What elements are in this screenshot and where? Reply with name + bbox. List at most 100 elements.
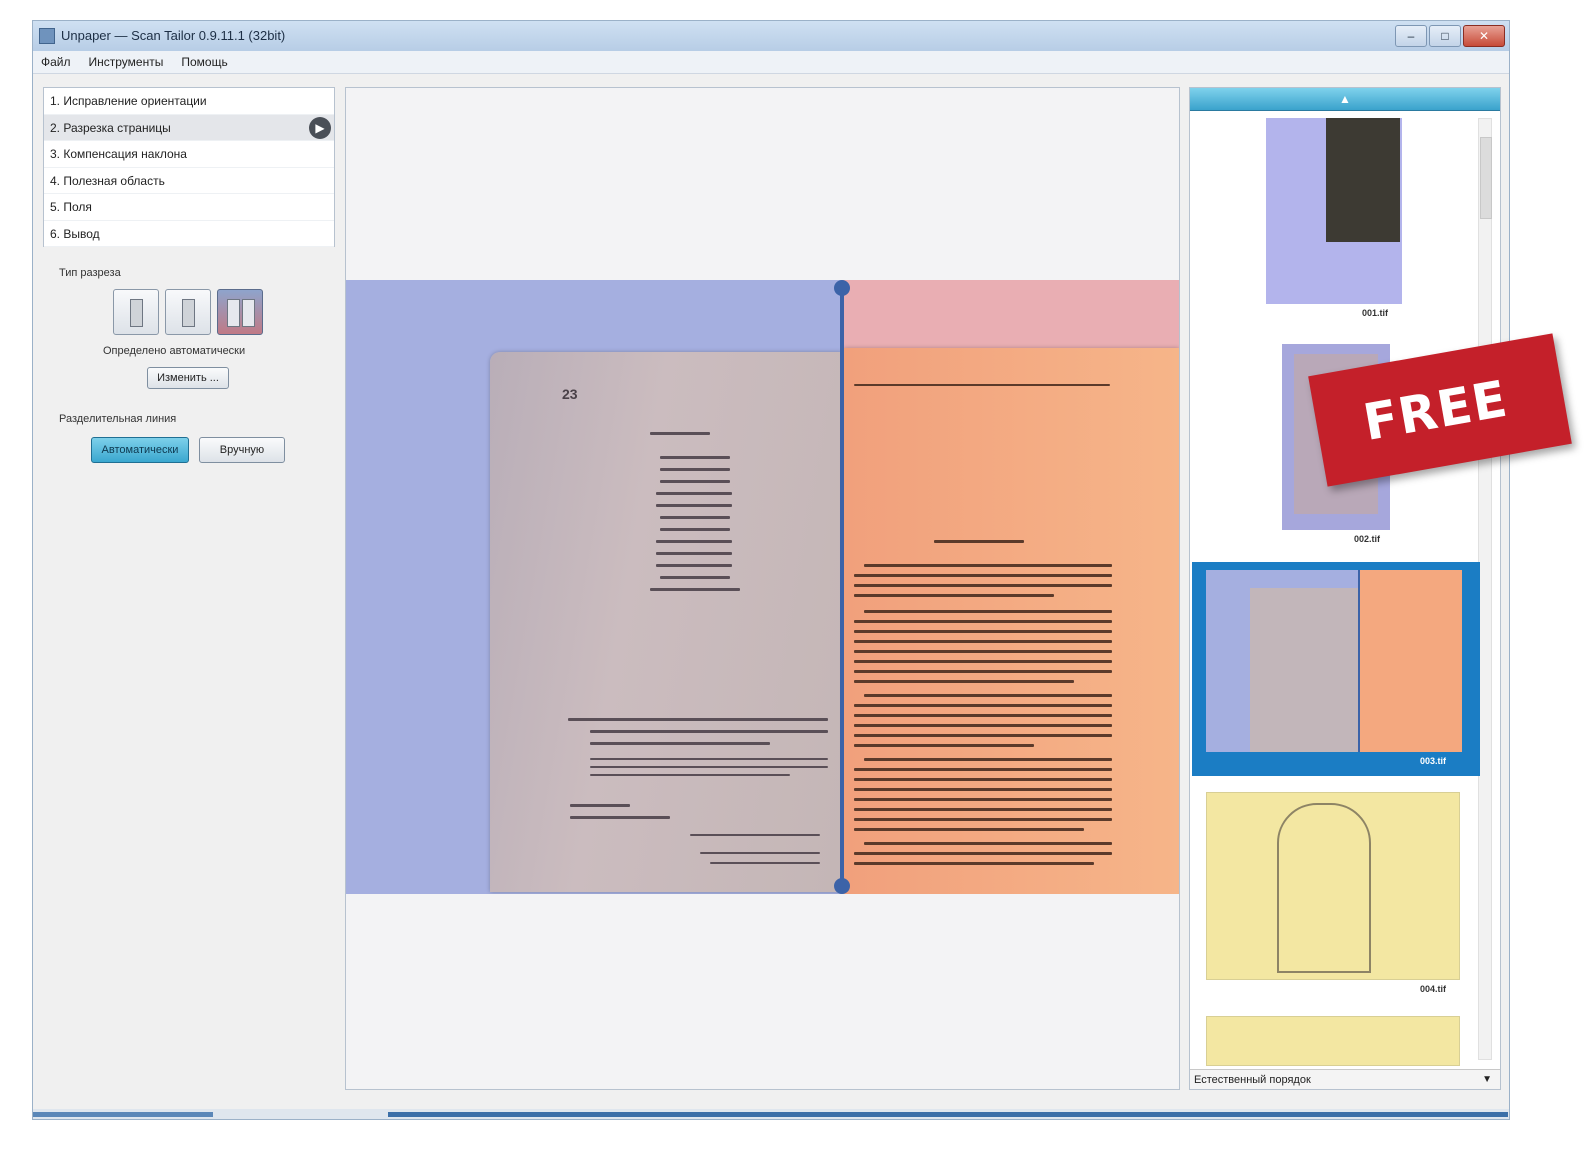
- right-page: [844, 348, 1179, 894]
- thumbnail-split-line: [1358, 570, 1360, 752]
- menu-help[interactable]: Помощь: [181, 51, 227, 73]
- text-line: [854, 852, 1112, 855]
- thumbnail-3-selected[interactable]: 003.tif: [1192, 562, 1480, 776]
- single-page-mode-button[interactable]: [113, 289, 159, 335]
- status-indicator: [33, 1112, 213, 1117]
- page-cut-icon: [182, 299, 195, 327]
- text-line: [854, 594, 1054, 597]
- thumbnail-content: [1277, 803, 1371, 973]
- stage-output[interactable]: 6. Вывод: [44, 221, 334, 247]
- close-button[interactable]: ✕: [1463, 25, 1505, 47]
- text-line: [700, 852, 820, 854]
- text-line: [854, 778, 1112, 781]
- text-line: [568, 718, 828, 721]
- text-line: [864, 564, 1112, 567]
- single-page-cut-mode-button[interactable]: [165, 289, 211, 335]
- text-line: [854, 584, 1112, 587]
- stages-list: 1. Исправление ориентации 2. Разрезка ст…: [43, 87, 335, 247]
- menu-bar: Файл Инструменты Помощь: [33, 51, 1509, 74]
- text-line: [656, 492, 732, 495]
- thumbnail-1[interactable]: [1266, 118, 1402, 304]
- text-line: [854, 724, 1112, 727]
- text-line: [854, 384, 1110, 386]
- text-line: [854, 620, 1112, 623]
- sort-order-select[interactable]: Естественный порядок ▼: [1190, 1069, 1500, 1089]
- text-line: [854, 788, 1112, 791]
- single-page-icon: [130, 299, 143, 327]
- text-line: [650, 588, 740, 591]
- text-line: [590, 766, 828, 768]
- text-line: [854, 798, 1112, 801]
- thumbnail-4[interactable]: [1206, 792, 1460, 980]
- split-line-bottom-handle[interactable]: [834, 878, 850, 894]
- maximize-button[interactable]: □: [1429, 25, 1461, 47]
- text-line: [854, 640, 1112, 643]
- text-line: [590, 742, 770, 745]
- two-pages-icon-right: [242, 299, 255, 327]
- text-line: [854, 660, 1112, 663]
- text-line: [854, 670, 1112, 673]
- scroll-up-button[interactable]: ▲: [1190, 88, 1500, 111]
- window-controls: – □ ✕: [1395, 25, 1505, 47]
- thumbnail-scrollbar[interactable]: [1478, 118, 1492, 1060]
- text-line: [656, 552, 732, 555]
- text-line: [854, 768, 1112, 771]
- text-line: [934, 540, 1024, 543]
- text-line: [660, 480, 730, 483]
- change-button[interactable]: Изменить ...: [147, 367, 229, 389]
- two-pages-icon: [227, 299, 240, 327]
- stage-label: 3. Компенсация наклона: [50, 147, 187, 161]
- thumbnail-label: 004.tif: [1420, 984, 1447, 994]
- manual-split-button[interactable]: Вручную: [199, 437, 285, 463]
- text-line: [864, 842, 1112, 845]
- text-line: [590, 758, 828, 760]
- page-number: 23: [562, 386, 578, 402]
- thumbnail-label: 002.tif: [1354, 534, 1381, 544]
- progress-bar: [388, 1112, 1508, 1117]
- text-line: [864, 694, 1112, 697]
- text-line: [864, 610, 1112, 613]
- split-line-top-handle[interactable]: [834, 280, 850, 296]
- text-line: [854, 680, 1074, 683]
- text-line: [854, 828, 1084, 831]
- split-line[interactable]: [840, 286, 844, 888]
- play-icon[interactable]: ▶: [309, 116, 331, 139]
- stage-label: 6. Вывод: [50, 226, 100, 241]
- text-line: [864, 758, 1112, 761]
- page-viewer[interactable]: 23: [345, 87, 1180, 1090]
- menu-tools[interactable]: Инструменты: [89, 51, 164, 73]
- title-bar: Unpaper — Scan Tailor 0.9.11.1 (32bit) –…: [33, 21, 1509, 52]
- scrollbar-thumb[interactable]: [1480, 137, 1492, 219]
- stage-label: 5. Поля: [50, 200, 92, 214]
- auto-split-button[interactable]: Автоматически: [91, 437, 189, 463]
- text-line: [656, 504, 732, 507]
- stage-label: 2. Разрезка страницы: [50, 120, 171, 135]
- minimize-button[interactable]: –: [1395, 25, 1427, 47]
- text-line: [854, 744, 1034, 747]
- stage-select-content[interactable]: 4. Полезная область: [44, 168, 334, 194]
- status-bar: [33, 1109, 1509, 1119]
- thumbnail-right-page: [1360, 570, 1462, 752]
- left-page: 23: [490, 352, 842, 892]
- text-line: [854, 808, 1112, 811]
- thumbnail-left-page: [1250, 588, 1358, 752]
- stage-fix-orientation[interactable]: 1. Исправление ориентации: [44, 88, 334, 115]
- text-line: [854, 704, 1112, 707]
- text-line: [656, 540, 732, 543]
- stage-margins[interactable]: 5. Поля: [44, 194, 334, 221]
- text-line: [854, 574, 1112, 577]
- two-pages-mode-button[interactable]: [217, 289, 263, 335]
- stage-split-pages[interactable]: 2. Разрезка страницы ▶: [44, 114, 334, 141]
- text-line: [570, 816, 670, 819]
- stage-label: 4. Полезная область: [50, 173, 165, 188]
- split-line-label: Разделительная линия: [59, 413, 177, 425]
- thumbnail-5-partial[interactable]: [1206, 1016, 1460, 1066]
- text-line: [590, 774, 790, 776]
- stage-label: 1. Исправление ориентации: [50, 94, 207, 108]
- text-line: [660, 456, 730, 459]
- text-line: [710, 862, 820, 864]
- text-line: [854, 714, 1112, 717]
- text-line: [570, 804, 630, 807]
- menu-file[interactable]: Файл: [41, 51, 71, 73]
- stage-deskew[interactable]: 3. Компенсация наклона: [44, 141, 334, 168]
